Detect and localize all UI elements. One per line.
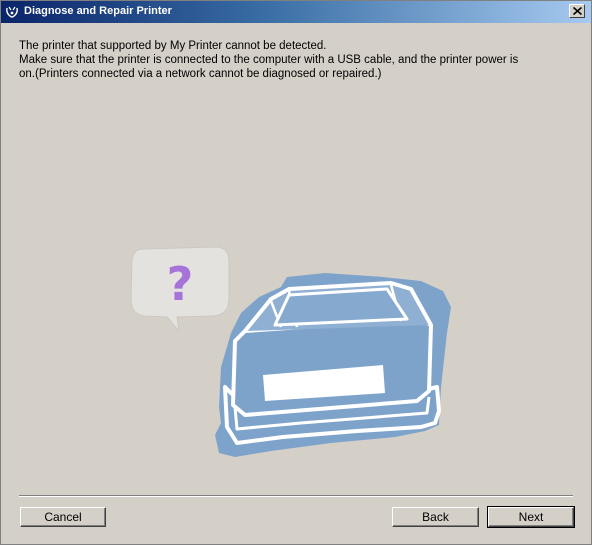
footer-separator xyxy=(19,495,573,497)
close-button[interactable] xyxy=(569,4,585,18)
diagnose-repair-dialog: Diagnose and Repair Printer The printer … xyxy=(0,0,592,545)
status-message: The printer that supported by My Printer… xyxy=(19,39,579,81)
next-button[interactable]: Next xyxy=(487,506,575,528)
window-title: Diagnose and Repair Printer xyxy=(24,5,172,17)
back-button[interactable]: Back xyxy=(392,507,479,527)
cancel-button[interactable]: Cancel xyxy=(20,507,106,527)
app-icon xyxy=(4,4,20,20)
message-line-2: Make sure that the printer is connected … xyxy=(19,54,519,66)
printer-icon xyxy=(215,273,451,457)
message-line-1: The printer that supported by My Printer… xyxy=(19,40,327,52)
printer-not-found-illustration: ? xyxy=(121,237,471,467)
question-mark: ? xyxy=(167,257,194,311)
close-icon xyxy=(573,7,582,15)
message-line-3: on.(Printers connected via a network can… xyxy=(19,68,382,80)
title-bar[interactable]: Diagnose and Repair Printer xyxy=(1,1,591,23)
speech-bubble-question-icon: ? xyxy=(130,246,230,333)
